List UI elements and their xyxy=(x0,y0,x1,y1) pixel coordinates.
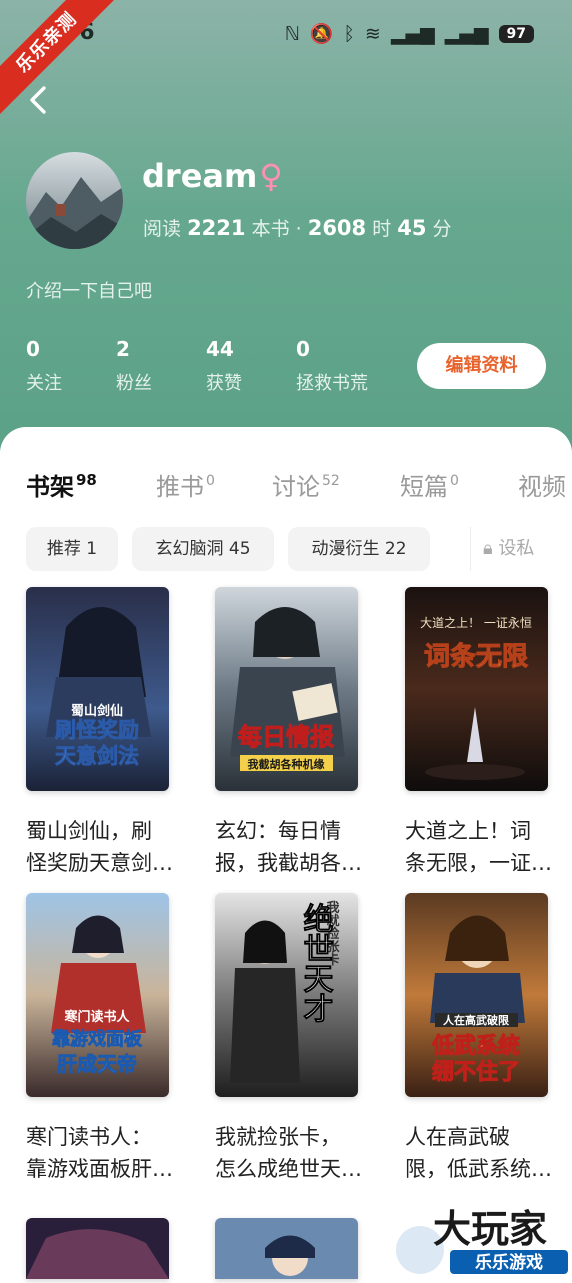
stat-rescue[interactable]: 0 拯救书荒 xyxy=(296,337,406,395)
tab-video[interactable]: 视频 xyxy=(518,467,566,502)
privacy-toggle[interactable]: 🔒︎ 设私 xyxy=(470,527,572,571)
cover-title-text: 每日情报 xyxy=(238,723,334,751)
edit-profile-button[interactable]: 编辑资料 xyxy=(417,343,546,389)
book-item[interactable]: 寒门读书人 靠游戏面板 肝成天帝 寒门读书人： 靠游戏面板肝… xyxy=(26,893,186,1185)
book-cover[interactable]: 每日情报 我截胡各种机缘 xyxy=(215,587,358,791)
book-title[interactable]: 玄幻：每日情 报，我截胡各… xyxy=(215,815,375,879)
cover-small-text: 人在高武破限 xyxy=(443,1013,509,1027)
tab-short[interactable]: 短篇 0 xyxy=(400,467,459,502)
book-title[interactable]: 我就捡张卡， 怎么成绝世天… xyxy=(215,1121,375,1185)
book-item[interactable]: 我就捡张卡 绝世天才 我就捡张卡， 怎么成绝世天… xyxy=(215,893,375,1185)
tab-recommend[interactable]: 推书 0 xyxy=(156,467,215,502)
stat-likes[interactable]: 44 获赞 xyxy=(206,337,296,395)
cover-title-text: 低武系统 xyxy=(431,1033,520,1059)
category-chips: 推荐 1 玄幻脑洞 45 动漫衍生 22 🔒︎ 设私 xyxy=(26,527,572,573)
username: dream♀ xyxy=(142,157,283,195)
book-cover[interactable] xyxy=(215,1218,358,1279)
signal-icon: ▂▄▆ xyxy=(390,22,435,45)
svg-text:乐乐游戏: 乐乐游戏 xyxy=(475,1252,543,1273)
lock-icon: 🔒︎ xyxy=(483,538,493,559)
cover-title-text: 刷怪奖励 xyxy=(55,718,139,742)
book-item[interactable]: 大道之上！ 一证永恒 词条无限 大道之上！词 条无限，一证… xyxy=(405,587,565,879)
book-cover[interactable]: 大道之上！ 一证永恒 词条无限 xyxy=(405,587,548,791)
cover-small-text: 蜀山剑仙 xyxy=(71,703,123,719)
back-arrow-icon[interactable] xyxy=(22,82,58,118)
book-title[interactable]: 蜀山剑仙，刷 怪奖励天意剑… xyxy=(26,815,186,879)
tab-discussion[interactable]: 讨论 52 xyxy=(272,467,340,502)
chip-fantasy[interactable]: 玄幻脑洞 45 xyxy=(132,527,274,571)
social-stats: 0 关注 2 粉丝 44 获赞 0 拯救书荒 xyxy=(26,337,406,395)
cover-title-text: 绝世天才 xyxy=(298,902,334,1023)
book-item[interactable] xyxy=(26,1218,186,1279)
signal-icon-2: ▂▄▆ xyxy=(444,22,489,45)
book-cover[interactable] xyxy=(26,1218,169,1279)
watermark-logo: 大玩家 乐乐游戏 xyxy=(380,1198,572,1279)
chip-anime[interactable]: 动漫衍生 22 xyxy=(288,527,430,571)
book-item[interactable]: 蜀山剑仙 刷怪奖励 天意剑法 蜀山剑仙，刷 怪奖励天意剑… xyxy=(26,587,186,879)
bluetooth-icon: ᛒ xyxy=(343,22,355,45)
profile-intro[interactable]: 介绍一下自己吧 xyxy=(26,277,152,303)
cover-small-text: 我截胡各种机缘 xyxy=(248,757,325,771)
avatar[interactable] xyxy=(26,152,123,249)
tab-bar: 书架 98 推书 0 讨论 52 短篇 0 视频 xyxy=(26,467,572,507)
book-title[interactable]: 大道之上！词 条无限，一证… xyxy=(405,815,565,879)
svg-text:大玩家: 大玩家 xyxy=(433,1207,547,1251)
female-icon: ♀ xyxy=(259,157,283,195)
nfc-icon: ℕ xyxy=(284,22,300,45)
book-item[interactable]: 人在高武破限 低武系统 绷不住了 人在高武破 限，低武系统… xyxy=(405,893,565,1185)
book-item[interactable]: 每日情报 我截胡各种机缘 玄幻：每日情 报，我截胡各… xyxy=(215,587,375,879)
book-cover[interactable]: 寒门读书人 靠游戏面板 肝成天帝 xyxy=(26,893,169,1097)
cover-title-text-2: 肝成天帝 xyxy=(57,1052,137,1076)
cover-title-text-2: 天意剑法 xyxy=(55,744,139,768)
stat-following[interactable]: 0 关注 xyxy=(26,337,116,395)
battery-badge: 97 xyxy=(498,24,534,43)
reading-stats: 阅读 2221 本书 · 2608 时 45 分 xyxy=(143,216,452,240)
book-item[interactable] xyxy=(215,1218,375,1279)
mute-icon: 🔕 xyxy=(309,23,334,45)
cover-small-text: 大道之上！ 一证永恒 xyxy=(420,616,532,630)
book-title[interactable]: 人在高武破 限，低武系统… xyxy=(405,1121,565,1185)
book-title[interactable]: 寒门读书人： 靠游戏面板肝… xyxy=(26,1121,186,1185)
cover-title-text: 靠游戏面板 xyxy=(52,1028,143,1050)
cover-small-text: 寒门读书人 xyxy=(63,1009,130,1025)
cover-title-text-2: 绷不住了 xyxy=(432,1059,520,1085)
cover-title-text: 词条无限 xyxy=(424,642,528,672)
book-cover[interactable]: 人在高武破限 低武系统 绷不住了 xyxy=(405,893,548,1097)
stat-followers[interactable]: 2 粉丝 xyxy=(116,337,206,395)
book-cover[interactable]: 蜀山剑仙 刷怪奖励 天意剑法 xyxy=(26,587,169,791)
status-icons: ℕ 🔕 ᛒ ≋ ▂▄▆ ▂▄▆ 97 xyxy=(285,22,534,45)
chip-recommend[interactable]: 推荐 1 xyxy=(26,527,118,571)
wifi-icon: ≋ xyxy=(364,22,381,45)
tab-bookshelf[interactable]: 书架 98 xyxy=(26,467,97,502)
book-cover[interactable]: 我就捡张卡 绝世天才 xyxy=(215,893,358,1097)
